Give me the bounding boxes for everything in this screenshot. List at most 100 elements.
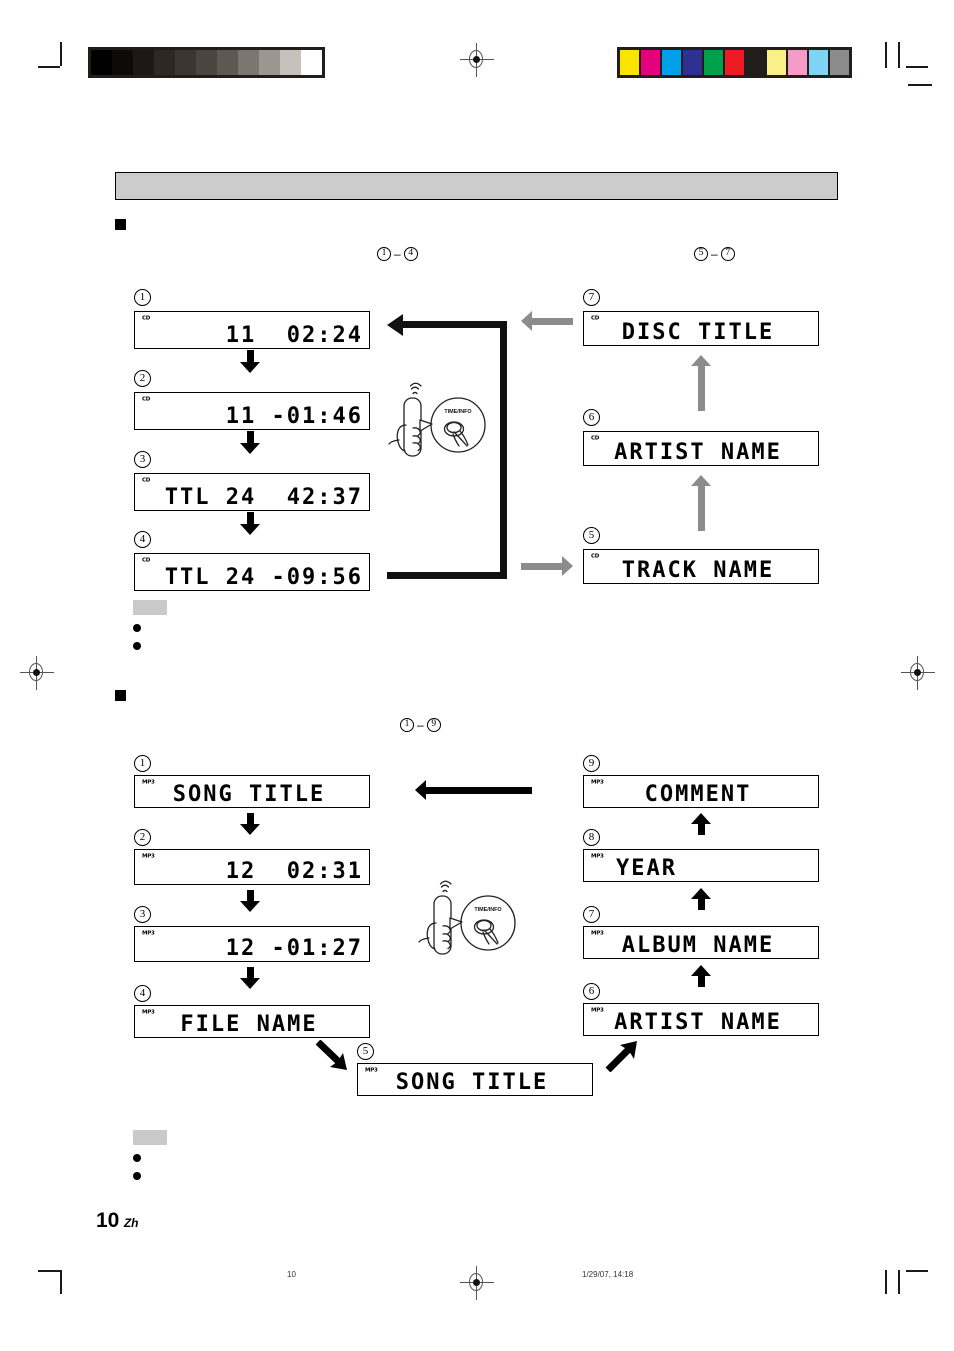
section-heading-bar	[115, 172, 838, 200]
gray-arrow-up	[691, 355, 712, 411]
lcd-panel: MP3 ARTIST NAME	[583, 1003, 819, 1036]
lcd-source-indicator: CD	[591, 315, 600, 322]
lcd-text: 11 02:24	[225, 323, 363, 348]
flow-arrow-up	[691, 813, 712, 835]
mp3-range-caption: 1 – 9	[400, 718, 441, 732]
lcd-source-indicator: CD	[591, 553, 600, 560]
footer-page-label: 10	[287, 1270, 296, 1279]
lcd-text: TTL 24 42:37	[164, 485, 363, 510]
lcd-source-indicator: CD	[142, 315, 151, 322]
step-number-badge: 1	[134, 289, 151, 306]
mp3-note-chip-label	[133, 1135, 136, 1146]
color-swatch	[809, 50, 828, 75]
color-swatch	[788, 50, 807, 75]
step-number-badge: 5	[583, 527, 600, 544]
lcd-panel: MP3 COMMENT	[583, 775, 819, 808]
circled-number: 4	[403, 247, 418, 261]
step-number-badge: 4	[134, 985, 151, 1002]
lcd-panel: MP3 FILE NAME	[134, 1005, 370, 1038]
lcd-source-indicator: MP3	[142, 930, 155, 937]
mp3-note-chip	[133, 1130, 167, 1145]
step-number-badge: 5	[357, 1043, 374, 1060]
diagonal-arrow-down-right	[316, 1040, 347, 1070]
lcd-panel: MP3 ALBUM NAME	[583, 926, 819, 959]
lcd-text: ARTIST NAME	[614, 1010, 782, 1035]
cd-note-chip	[133, 600, 167, 615]
color-swatch	[725, 50, 744, 75]
grayscale-swatch	[154, 50, 175, 75]
flow-arrow-down	[240, 431, 261, 454]
grayscale-swatch	[301, 50, 322, 75]
grayscale-swatch	[175, 50, 196, 75]
step-number-badge: 2	[134, 370, 151, 387]
circled-number: 1	[377, 247, 391, 261]
flow-arrow-down	[240, 350, 261, 373]
flow-arrow-up	[691, 965, 712, 987]
crop-mark-top-right	[880, 42, 932, 90]
mp3-note-bullet-2	[133, 1172, 141, 1180]
step-number-badge: 3	[134, 451, 151, 468]
lcd-source-indicator: CD	[591, 435, 600, 442]
lcd-text: ARTIST NAME	[614, 440, 782, 465]
grayscale-swatch	[259, 50, 280, 75]
flow-arrow-down	[240, 512, 261, 535]
lcd-text: SONG TITLE	[395, 1070, 549, 1095]
color-swatch	[683, 50, 702, 75]
lcd-text: FILE NAME	[180, 1012, 318, 1037]
lcd-text: 12 02:31	[225, 859, 363, 884]
page-language-code: Zh	[123, 1216, 139, 1230]
range-dash: –	[394, 247, 401, 261]
manual-page: 1 – 4 5 – 7 1 CD 11 02:24 2 CD 11 -01:46…	[0, 0, 954, 1351]
section-heading-title	[116, 173, 837, 183]
loop-segment-bottom	[387, 572, 507, 579]
step-number-badge: 2	[134, 829, 151, 846]
range-dash: –	[711, 247, 718, 261]
lcd-text: TTL 24 -09:56	[164, 565, 363, 590]
flow-arrow-down	[240, 967, 261, 989]
loop-arrow-head	[387, 314, 403, 336]
lcd-panel: MP3 SONG TITLE	[357, 1063, 593, 1096]
step-number-badge: 7	[583, 289, 600, 306]
lcd-source-indicator: CD	[142, 477, 151, 484]
cd-section-heading	[115, 219, 133, 230]
step-number-badge: 6	[583, 983, 600, 1000]
lcd-panel: MP3 YEAR	[583, 849, 819, 882]
remote-time-info-label: TIME/INFO	[474, 907, 501, 913]
lcd-source-indicator: CD	[142, 396, 151, 403]
crop-mark-top-left	[38, 42, 82, 86]
loop-segment-top	[403, 321, 507, 328]
grayscale-swatch	[238, 50, 259, 75]
footer-timestamp: 1/29/07, 14:18	[582, 1270, 634, 1279]
lcd-text: 12 -01:27	[225, 936, 363, 961]
range-dash: –	[417, 718, 424, 732]
diagonal-arrow-up-right	[605, 1041, 637, 1072]
registration-target-right	[901, 656, 935, 690]
lcd-text: SONG TITLE	[172, 782, 326, 807]
grayscale-calibration-bar	[88, 47, 325, 78]
square-bullet-icon	[115, 690, 126, 701]
lcd-panel: CD ARTIST NAME	[583, 431, 819, 466]
grayscale-swatch	[196, 50, 217, 75]
lcd-source-indicator: MP3	[591, 853, 604, 860]
cd-note-bullet-2	[133, 642, 141, 650]
circled-number: 1	[400, 718, 414, 732]
cd-note-bullet-1	[133, 624, 141, 632]
lcd-text: ALBUM NAME	[621, 933, 775, 958]
color-swatch	[641, 50, 660, 75]
crop-mark-bottom-left	[38, 1250, 82, 1294]
step-number-badge: 4	[134, 531, 151, 548]
lcd-panel: MP3 12 -01:27	[134, 926, 370, 962]
lcd-panel: CD TRACK NAME	[583, 549, 819, 584]
lcd-panel: MP3 12 02:31	[134, 849, 370, 885]
step-number-badge: 3	[134, 906, 151, 923]
gray-arrow-left	[521, 311, 573, 332]
flow-arrow-down	[240, 813, 261, 835]
mp3-section-heading	[115, 690, 133, 701]
grayscale-swatch	[91, 50, 112, 75]
flow-arrow-down	[240, 890, 261, 912]
registration-target-bottom	[460, 1266, 494, 1300]
circled-number: 5	[694, 247, 708, 261]
gray-arrow-up	[691, 475, 712, 531]
remote-control-illustration: TIME/INFO	[388, 382, 486, 457]
cd-note-chip-label	[133, 605, 136, 616]
